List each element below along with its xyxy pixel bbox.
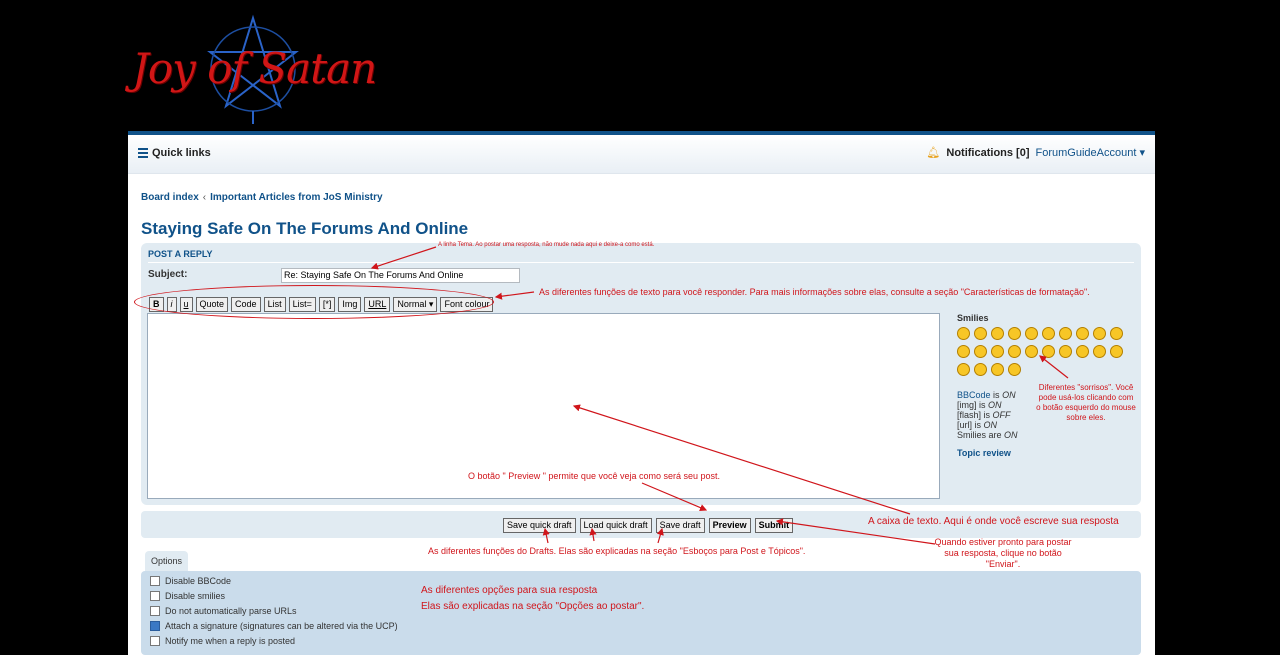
smilies-title: Smilies (957, 313, 989, 323)
quick-links-label: Quick links (152, 147, 211, 159)
smiley-icon[interactable] (991, 327, 1004, 340)
annotation-textbox: A caixa de texto. Aqui é onde você escre… (868, 516, 1119, 527)
subject-input[interactable]: Re: Staying Safe On The Forums And Onlin… (281, 268, 520, 283)
submit-button[interactable]: Submit (754, 518, 794, 533)
smiley-icon[interactable] (1008, 327, 1021, 340)
breadcrumb-separator: ‹ (202, 192, 207, 203)
smiley-icon[interactable] (991, 345, 1004, 358)
forum-container: Quick links 🔔︎ Notifications [0] ForumGu… (128, 131, 1155, 655)
breadcrumb: Board index ‹ Important Articles from JoS … (141, 192, 383, 203)
smiley-icon[interactable] (957, 363, 970, 376)
logo-text: Joy of Satan (132, 44, 377, 93)
breadcrumb-board-index[interactable]: Board index (141, 192, 199, 203)
caret-down-icon: ▾ (1139, 147, 1145, 159)
account-menu[interactable]: ForumGuideAccount ▾ (1036, 146, 1145, 159)
annotation-options-2: Elas são explicadas na seção "Opções ao … (421, 601, 645, 612)
smiley-icon[interactable] (974, 345, 987, 358)
smiley-icon[interactable] (957, 327, 970, 340)
submit-buttons: Save quick draft Load quick draft Save d… (503, 518, 794, 533)
smiley-grid (957, 327, 1137, 376)
checkbox[interactable] (150, 636, 160, 646)
smiley-icon[interactable] (1110, 327, 1123, 340)
bell-icon: 🔔︎ (926, 147, 941, 159)
breadcrumb-forum[interactable]: Important Articles from JoS Ministry (210, 192, 382, 203)
smiley-icon[interactable] (974, 363, 987, 376)
user-nav: 🔔︎ Notifications [0] ForumGuideAccount ▾ (926, 146, 1145, 160)
annotation-submit: Quando estiver pronto para postar sua re… (934, 537, 1072, 569)
option-no-parse-urls[interactable]: Do not automatically parse URLs (150, 606, 297, 616)
smiley-icon[interactable] (1008, 345, 1021, 358)
smiley-icon[interactable] (1093, 345, 1106, 358)
topic-review-link[interactable]: Topic review (957, 448, 1137, 458)
bbcode-link[interactable]: BBCode (957, 390, 991, 400)
option-notify-reply[interactable]: Notify me when a reply is posted (150, 636, 295, 646)
annotation-options-1: As diferentes opções para sua resposta (421, 585, 598, 596)
smiley-icon[interactable] (1110, 345, 1123, 358)
smiley-icon[interactable] (1025, 327, 1038, 340)
save-quick-draft-button[interactable]: Save quick draft (503, 518, 576, 533)
option-attach-signature[interactable]: Attach a signature (signatures can be al… (150, 621, 398, 631)
smiley-icon[interactable] (974, 327, 987, 340)
divider (148, 262, 1134, 263)
options-tab[interactable]: Options (145, 551, 188, 571)
smiley-icon[interactable] (1059, 327, 1072, 340)
smiley-icon[interactable] (1093, 327, 1106, 340)
save-draft-button[interactable]: Save draft (655, 518, 705, 533)
smiley-icon[interactable] (1076, 327, 1089, 340)
checkbox[interactable] (150, 591, 160, 601)
smiley-icon[interactable] (1042, 345, 1055, 358)
smiley-icon[interactable] (1042, 327, 1055, 340)
post-reply-panel: POST A REPLY Subject: Re: Staying Safe O… (141, 243, 1141, 505)
option-disable-smilies[interactable]: Disable smilies (150, 591, 225, 601)
smiley-icon[interactable] (1059, 345, 1072, 358)
smiley-icon[interactable] (1076, 345, 1089, 358)
smiley-icon[interactable] (957, 345, 970, 358)
checkbox-checked[interactable] (150, 621, 160, 631)
checkbox[interactable] (150, 606, 160, 616)
annotation-drafts: As diferentes funções do Drafts. Elas sã… (428, 546, 806, 556)
options-panel: Disable BBCode Disable smilies Do not au… (141, 571, 1141, 655)
quick-links-menu[interactable]: Quick links (138, 146, 211, 160)
annotation-toolbar: As diferentes funções de texto para você… (539, 287, 1090, 297)
checkbox[interactable] (150, 576, 160, 586)
annotation-smilies: Diferentes "sorrisos". Você pode usá-los… (1036, 383, 1136, 422)
load-quick-draft-button[interactable]: Load quick draft (579, 518, 652, 533)
notifications-link[interactable]: Notifications [0] (946, 147, 1029, 159)
site-logo[interactable]: Joy of Satan (128, 14, 388, 126)
preview-button[interactable]: Preview (708, 518, 751, 533)
subject-label: Subject: (148, 269, 188, 280)
option-disable-bbcode[interactable]: Disable BBCode (150, 576, 231, 586)
annotation-preview: O botão " Preview " permite que você vej… (468, 471, 721, 481)
smiley-icon[interactable] (1008, 363, 1021, 376)
annotation-subject: A linha Tema. Ao postar uma resposta, nã… (438, 242, 655, 248)
toolbar-highlight-ellipse (134, 285, 494, 319)
navbar: Quick links 🔔︎ Notifications [0] ForumGu… (128, 135, 1155, 174)
smiley-icon[interactable] (991, 363, 1004, 376)
post-reply-heading: POST A REPLY (148, 249, 213, 259)
hamburger-icon (138, 146, 148, 160)
page-title[interactable]: Staying Safe On The Forums And Online (141, 219, 468, 239)
smiley-icon[interactable] (1025, 345, 1038, 358)
